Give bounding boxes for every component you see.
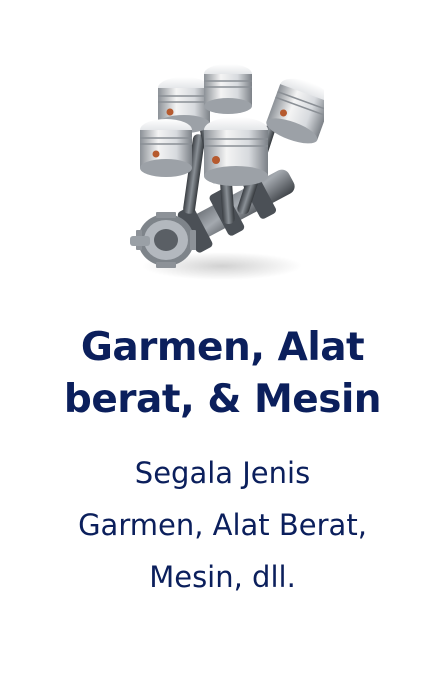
card-title: Garmen, Alat berat, & Mesin <box>20 322 425 426</box>
card-description: Segala Jenis Garmen, Alat Berat, Mesin, … <box>20 447 425 603</box>
card-title-line: berat, & Mesin <box>63 377 382 422</box>
card-description-line: Segala Jenis <box>134 456 311 490</box>
card-description-line: Mesin, dll. <box>149 560 296 594</box>
card-title-line: Garmen, Alat <box>80 325 365 370</box>
card-description-line: Garmen, Alat Berat, <box>78 508 367 542</box>
engine-pistons-icon <box>122 44 332 286</box>
category-card[interactable]: Garmen, Alat berat, & Mesin Segala Jenis… <box>0 0 445 699</box>
